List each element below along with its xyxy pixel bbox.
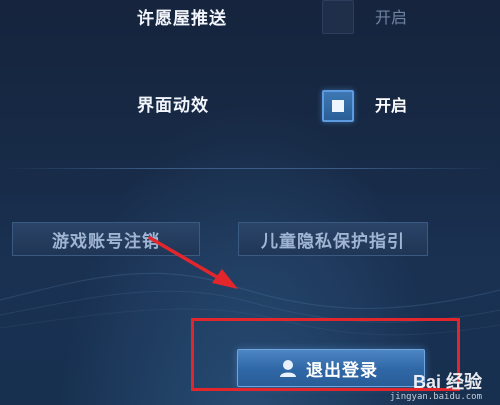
checkbox-checked-mark (332, 100, 344, 112)
baidu-jingyan-watermark: Bai 经验 jingyan.baidu.com (390, 373, 482, 403)
cancel-account-button[interactable]: 游戏账号注销 (12, 222, 200, 256)
ui-animation-checkbox[interactable] (322, 90, 354, 122)
watermark-brand: Bai 经验 (412, 372, 482, 393)
watermark-url: jingyan.baidu.com (389, 392, 482, 403)
cancel-account-button-label: 游戏账号注销 (52, 231, 160, 252)
child-privacy-guide-button-label: 儿童隐私保护指引 (261, 231, 405, 252)
section-divider (0, 168, 500, 169)
wish-push-setting-row: 许愿屋推送 开启 (0, 0, 500, 40)
ui-animation-label: 界面动效 (137, 96, 209, 116)
wish-push-state-text: 开启 (375, 8, 408, 27)
ui-animation-state-text: 开启 (375, 96, 408, 115)
wish-push-checkbox[interactable] (322, 0, 354, 34)
child-privacy-guide-button[interactable]: 儿童隐私保护指引 (238, 222, 428, 256)
ui-animation-setting-row: 界面动效 开启 (0, 86, 500, 126)
wish-push-label: 许愿屋推送 (137, 9, 227, 29)
